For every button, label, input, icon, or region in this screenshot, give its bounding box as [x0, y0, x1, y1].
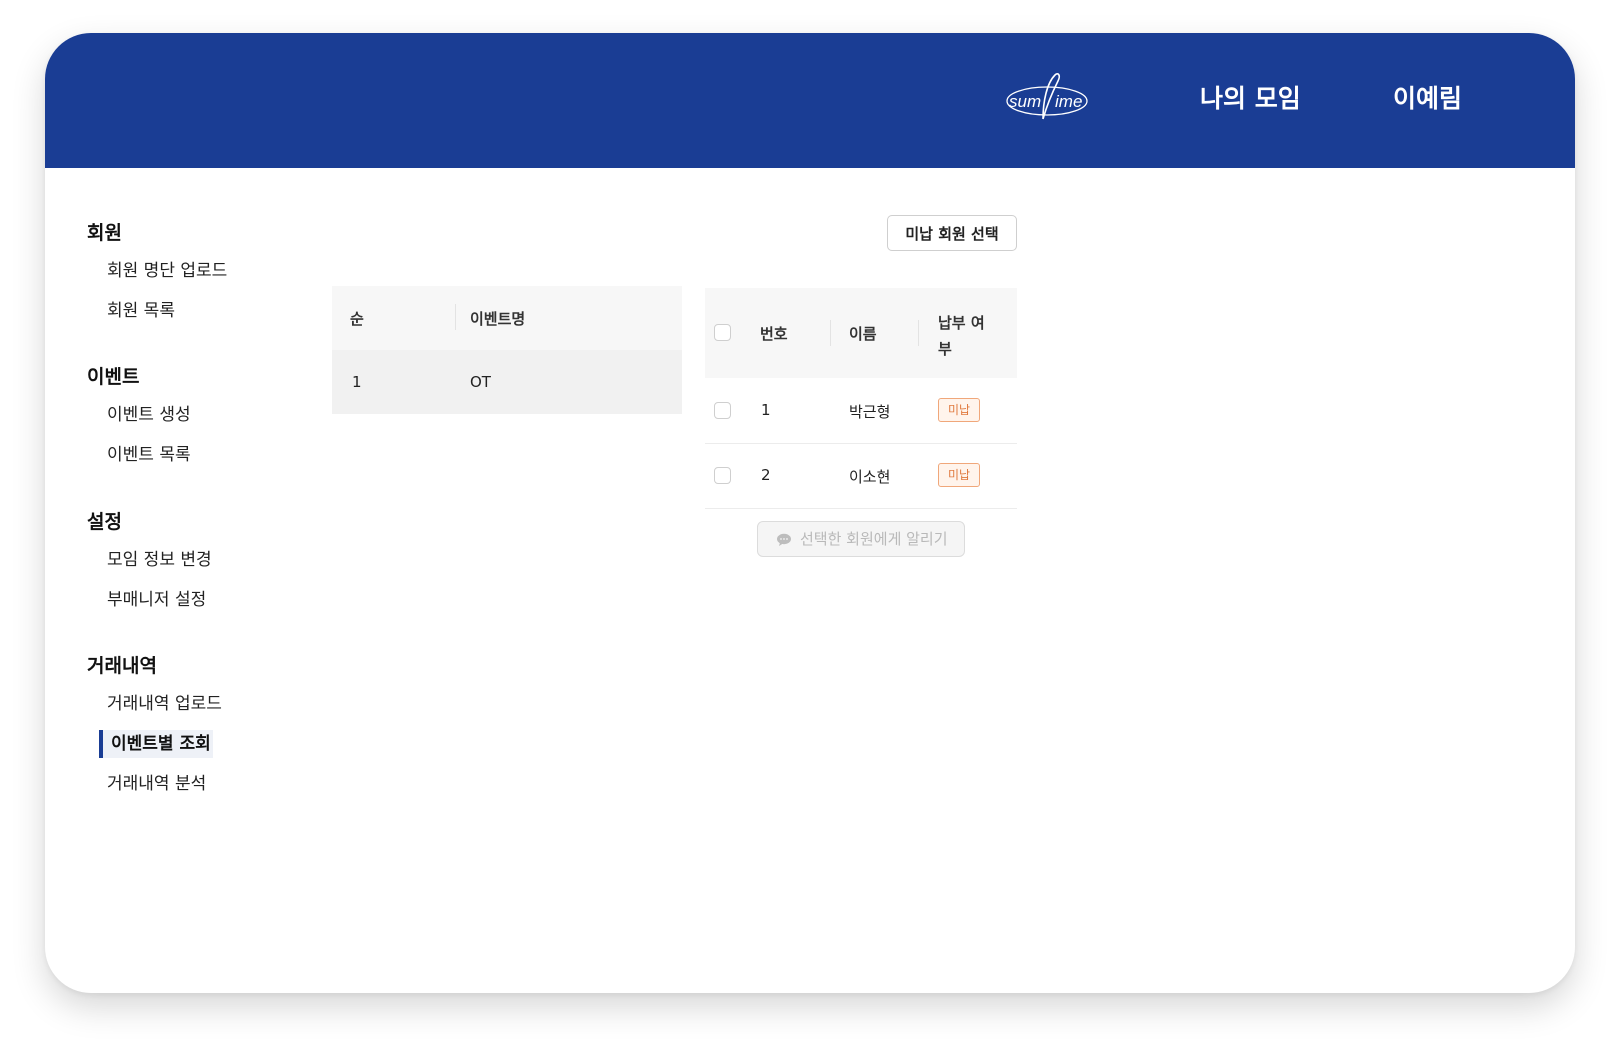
sidebar-section-events: 이벤트	[87, 366, 140, 388]
status-badge: 미납	[938, 398, 980, 422]
sidebar-item-submanager[interactable]: 부매니저 설정	[107, 586, 206, 614]
status-badge: 미납	[938, 463, 980, 487]
sumtime-logo[interactable]: sum ime	[1003, 71, 1093, 126]
select-all-checkbox[interactable]	[714, 324, 731, 341]
nav-my-groups[interactable]: 나의 모임	[1200, 79, 1301, 115]
table-row[interactable]: 1 OT	[332, 350, 682, 414]
svg-text:sum: sum	[1009, 92, 1041, 111]
row-checkbox[interactable]	[714, 467, 731, 484]
sidebar-item-transaction-upload[interactable]: 거래내역 업로드	[107, 690, 222, 718]
column-header-paid-status: 납부 여부	[938, 314, 985, 358]
table-row: 1 박근형 미납	[705, 378, 1017, 444]
sidebar-item-event-lookup[interactable]: 이벤트별 조회	[99, 730, 213, 758]
event-name: OT	[470, 373, 491, 391]
sidebar-item-member-upload[interactable]: 회원 명단 업로드	[107, 257, 227, 285]
column-header-number: 번호	[760, 325, 788, 343]
nav-user-name[interactable]: 이예림	[1393, 79, 1462, 115]
column-divider	[918, 320, 919, 346]
app-window: sum ime 나의 모임 이예림 회원 회원 명단 업로드 회원 목록 이벤트…	[45, 33, 1575, 993]
member-table-header: 번호 이름 납부 여부	[705, 288, 1017, 378]
chat-bubble-icon	[777, 533, 791, 546]
sidebar-item-event-create[interactable]: 이벤트 생성	[107, 401, 191, 429]
sidebar-item-transaction-analysis[interactable]: 거래내역 분석	[107, 770, 206, 798]
column-header-event-name: 이벤트명	[470, 310, 526, 328]
column-header-no: 순	[350, 310, 364, 328]
column-divider	[830, 320, 831, 346]
column-divider	[455, 304, 456, 330]
select-unpaid-button[interactable]: 미납 회원 선택	[887, 215, 1017, 251]
sidebar-item-member-list[interactable]: 회원 목록	[107, 297, 175, 325]
table-row: 2 이소현 미납	[705, 443, 1017, 509]
sidebar: 회원 회원 명단 업로드 회원 목록 이벤트 이벤트 생성 이벤트 목록 설정 …	[45, 168, 345, 993]
column-header-name: 이름	[849, 325, 877, 343]
row-checkbox[interactable]	[714, 402, 731, 419]
sidebar-item-group-info[interactable]: 모임 정보 변경	[107, 546, 212, 574]
event-no: 1	[352, 373, 362, 391]
sidebar-item-event-list[interactable]: 이벤트 목록	[107, 441, 191, 469]
sidebar-section-transactions: 거래내역	[87, 655, 157, 677]
event-table-header: 순 이벤트명	[332, 286, 682, 350]
event-table: 순 이벤트명 1 OT	[332, 286, 682, 414]
top-header: sum ime 나의 모임 이예림	[45, 33, 1575, 168]
notify-button-label: 선택한 회원에게 알리기	[800, 530, 948, 548]
sidebar-section-settings: 설정	[87, 511, 122, 533]
member-name: 이소현	[849, 468, 891, 486]
svg-text:ime: ime	[1055, 92, 1082, 111]
sidebar-section-members: 회원	[87, 222, 122, 244]
member-no: 1	[761, 401, 771, 419]
member-name: 박근형	[849, 403, 891, 421]
notify-selected-members-button[interactable]: 선택한 회원에게 알리기	[757, 521, 965, 557]
member-no: 2	[761, 466, 771, 484]
